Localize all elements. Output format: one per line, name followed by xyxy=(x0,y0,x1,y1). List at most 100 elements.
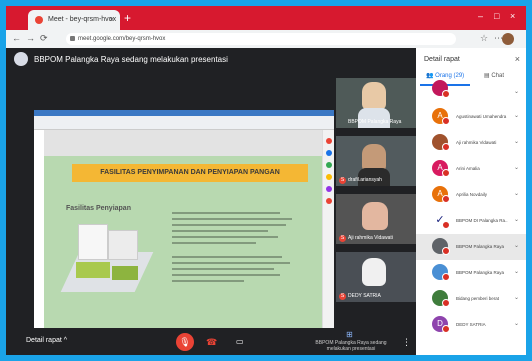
screen-frame: Meet - bey-qrsm-hvox × + – □ × ← → ⟳ mee… xyxy=(6,6,526,355)
url-text: meet.google.com/bey-qrsm-hvox xyxy=(78,36,166,42)
participant-row[interactable]: A Agustinawati Umahendra ⌄ xyxy=(416,104,526,130)
participant-row[interactable]: A Aprilia Novdaily ⌄ xyxy=(416,182,526,208)
shared-toolbar xyxy=(34,116,334,130)
chevron-up-icon: ^ xyxy=(63,337,68,344)
tab-close-icon[interactable]: × xyxy=(109,15,114,24)
participant-name: BBPOM DI Palangka Ra... xyxy=(456,218,508,223)
participant-video xyxy=(362,82,386,110)
browser-tab-strip: Meet - bey-qrsm-hvox × + – □ × xyxy=(6,6,526,30)
chevron-down-icon[interactable]: ⌄ xyxy=(514,294,519,301)
window-close-icon[interactable]: × xyxy=(510,11,515,21)
participant-tile[interactable]: BBPOM Palangka Raya xyxy=(336,78,416,128)
browser-toolbar: ← → ⟳ meet.google.com/bey-qrsm-hvox ☆ ⋯ xyxy=(6,30,526,48)
participant-name: BBPOM Palangka Raya xyxy=(456,244,505,249)
participant-name: Agustinawati Umahendra xyxy=(456,114,507,119)
tab-people[interactable]: 👥 Orang (29) xyxy=(426,72,464,79)
microphone-off-button[interactable]: 🎙 xyxy=(176,333,194,351)
panel-close-icon[interactable]: × xyxy=(515,54,520,64)
participant-status-badge xyxy=(442,221,450,229)
participant-status-badge xyxy=(442,143,450,151)
profile-avatar[interactable] xyxy=(502,33,514,45)
participant-tile[interactable]: S Aji rahmika Vidawati xyxy=(336,194,416,244)
browser-tab[interactable]: Meet - bey-qrsm-hvox × xyxy=(28,10,120,30)
document-body-text xyxy=(172,212,292,286)
chevron-down-icon[interactable]: ⌄ xyxy=(514,242,519,249)
document-header xyxy=(44,130,322,156)
meeting-details-panel: Detail rapat × 👥 Orang (29) ▤ Chat ⌄ A Agu… xyxy=(416,48,526,355)
chevron-down-icon[interactable]: ⌄ xyxy=(514,216,519,223)
participant-status-badge xyxy=(442,325,450,333)
participant-status-badge xyxy=(442,195,450,203)
chevron-down-icon[interactable]: ⌄ xyxy=(514,190,519,197)
participant-status-badge xyxy=(442,169,450,177)
participant-tile[interactable]: S DEDY SATRIA xyxy=(336,252,416,302)
tile-name: DEDY SATRIA xyxy=(348,293,381,299)
participant-status-badge xyxy=(442,299,450,307)
new-tab-button[interactable]: + xyxy=(124,12,131,24)
chevron-down-icon[interactable]: ⌄ xyxy=(514,88,519,95)
tile-name: BBPOM Palangka Raya xyxy=(348,119,402,125)
participant-video xyxy=(362,258,386,286)
tile-initial-badge: S xyxy=(339,177,346,184)
participant-video xyxy=(362,202,388,230)
participant-status-badge xyxy=(442,273,450,281)
participant-row[interactable]: D DEDY SATRIA ⌄ xyxy=(416,312,526,338)
tab-chat[interactable]: ▤ Chat xyxy=(484,72,504,79)
meeting-details-button[interactable]: Detail rapat ^ xyxy=(26,337,67,344)
address-bar[interactable]: meet.google.com/bey-qrsm-hvox xyxy=(66,33,456,45)
forward-icon[interactable]: → xyxy=(26,33,35,43)
participant-name: Bidang pemberi berat xyxy=(456,296,500,301)
presenter-bar: BBPOM Palangka Raya sedang melakukan pre… xyxy=(6,48,416,70)
tile-initial-badge: S xyxy=(339,235,346,242)
participant-name: Arini Amalia xyxy=(456,166,480,171)
chevron-down-icon[interactable]: ⌄ xyxy=(514,138,519,145)
participant-name: DEDY SATRIA xyxy=(456,322,486,327)
participant-row[interactable]: Aji rahmika Vidawati ⌄ xyxy=(416,130,526,156)
chevron-down-icon[interactable]: ⌄ xyxy=(514,268,519,275)
participant-name: Aprilia Novdaily xyxy=(456,192,488,197)
kitchen-illustration xyxy=(60,220,154,306)
participant-row[interactable]: ⌄ xyxy=(416,80,526,102)
present-icon: ⊞ xyxy=(346,330,353,339)
participant-row[interactable]: BBPOM Palangka Raya ⌄ xyxy=(416,260,526,286)
minimize-icon[interactable]: – xyxy=(478,11,483,21)
participant-name: Aji rahmika Vidawati xyxy=(456,140,497,145)
chat-icon: ▤ xyxy=(484,73,490,79)
leave-call-button[interactable]: ☎ xyxy=(206,337,217,348)
chevron-down-icon[interactable]: ⌄ xyxy=(514,320,519,327)
shared-document: FASILITAS PENYIMPANAN DAN PENYIAPAN PANG… xyxy=(44,130,322,346)
participant-row[interactable]: A Arini Amalia ⌄ xyxy=(416,156,526,182)
more-options-icon[interactable]: ⋮ xyxy=(402,337,411,348)
reload-icon[interactable]: ⟳ xyxy=(40,33,48,44)
back-icon[interactable]: ← xyxy=(12,33,21,43)
participant-row[interactable]: Bidang pemberi berat ⌄ xyxy=(416,286,526,312)
tile-name: Aji rahmika Vidawati xyxy=(348,235,393,241)
participant-status-badge xyxy=(442,247,450,255)
presenting-status[interactable]: BBPOM Palangka Raya sedang melakukan pre… xyxy=(311,340,391,352)
camera-button[interactable]: ▭ xyxy=(236,337,244,346)
presenter-text: BBPOM Palangka Raya sedang melakukan pre… xyxy=(34,55,228,64)
panel-title: Detail rapat xyxy=(424,56,460,63)
participant-row[interactable]: ✓ BBPOM DI Palangka Ra... ⌄ xyxy=(416,208,526,234)
document-subtitle: Fasilitas Penyiapan xyxy=(66,205,131,212)
shared-app-sidebar xyxy=(322,130,334,346)
star-icon[interactable]: ☆ xyxy=(480,33,488,44)
participant-row[interactable]: BBPOM Palangka Raya ⌄ xyxy=(416,234,526,260)
people-icon: 👥 xyxy=(426,73,434,79)
presenter-avatar xyxy=(14,52,28,66)
chevron-down-icon[interactable]: ⌄ xyxy=(514,112,519,119)
meet-stage: BBPOM Palangka Raya sedang melakukan pre… xyxy=(6,48,416,355)
chevron-down-icon[interactable]: ⌄ xyxy=(514,164,519,171)
tile-name: drafil.ariansyah xyxy=(348,177,382,183)
shared-screen: FASILITAS PENYIMPANAN DAN PENYIAPAN PANG… xyxy=(34,110,334,346)
participant-name: BBPOM Palangka Raya xyxy=(456,270,505,275)
meeting-controls: Detail rapat ^ 🎙 ☎ ▭ ⊞ BBPOM Palangka Ra… xyxy=(6,328,416,355)
lock-icon xyxy=(70,36,75,41)
document-banner: FASILITAS PENYIMPANAN DAN PENYIAPAN PANG… xyxy=(72,164,308,182)
participant-status-badge xyxy=(442,90,450,98)
participant-tile[interactable]: S drafil.ariansyah xyxy=(336,136,416,186)
tab-title: Meet - bey-qrsm-hvox xyxy=(48,16,117,23)
participant-status-badge xyxy=(442,117,450,125)
meet-favicon-icon xyxy=(35,16,43,24)
maximize-icon[interactable]: □ xyxy=(494,11,499,21)
